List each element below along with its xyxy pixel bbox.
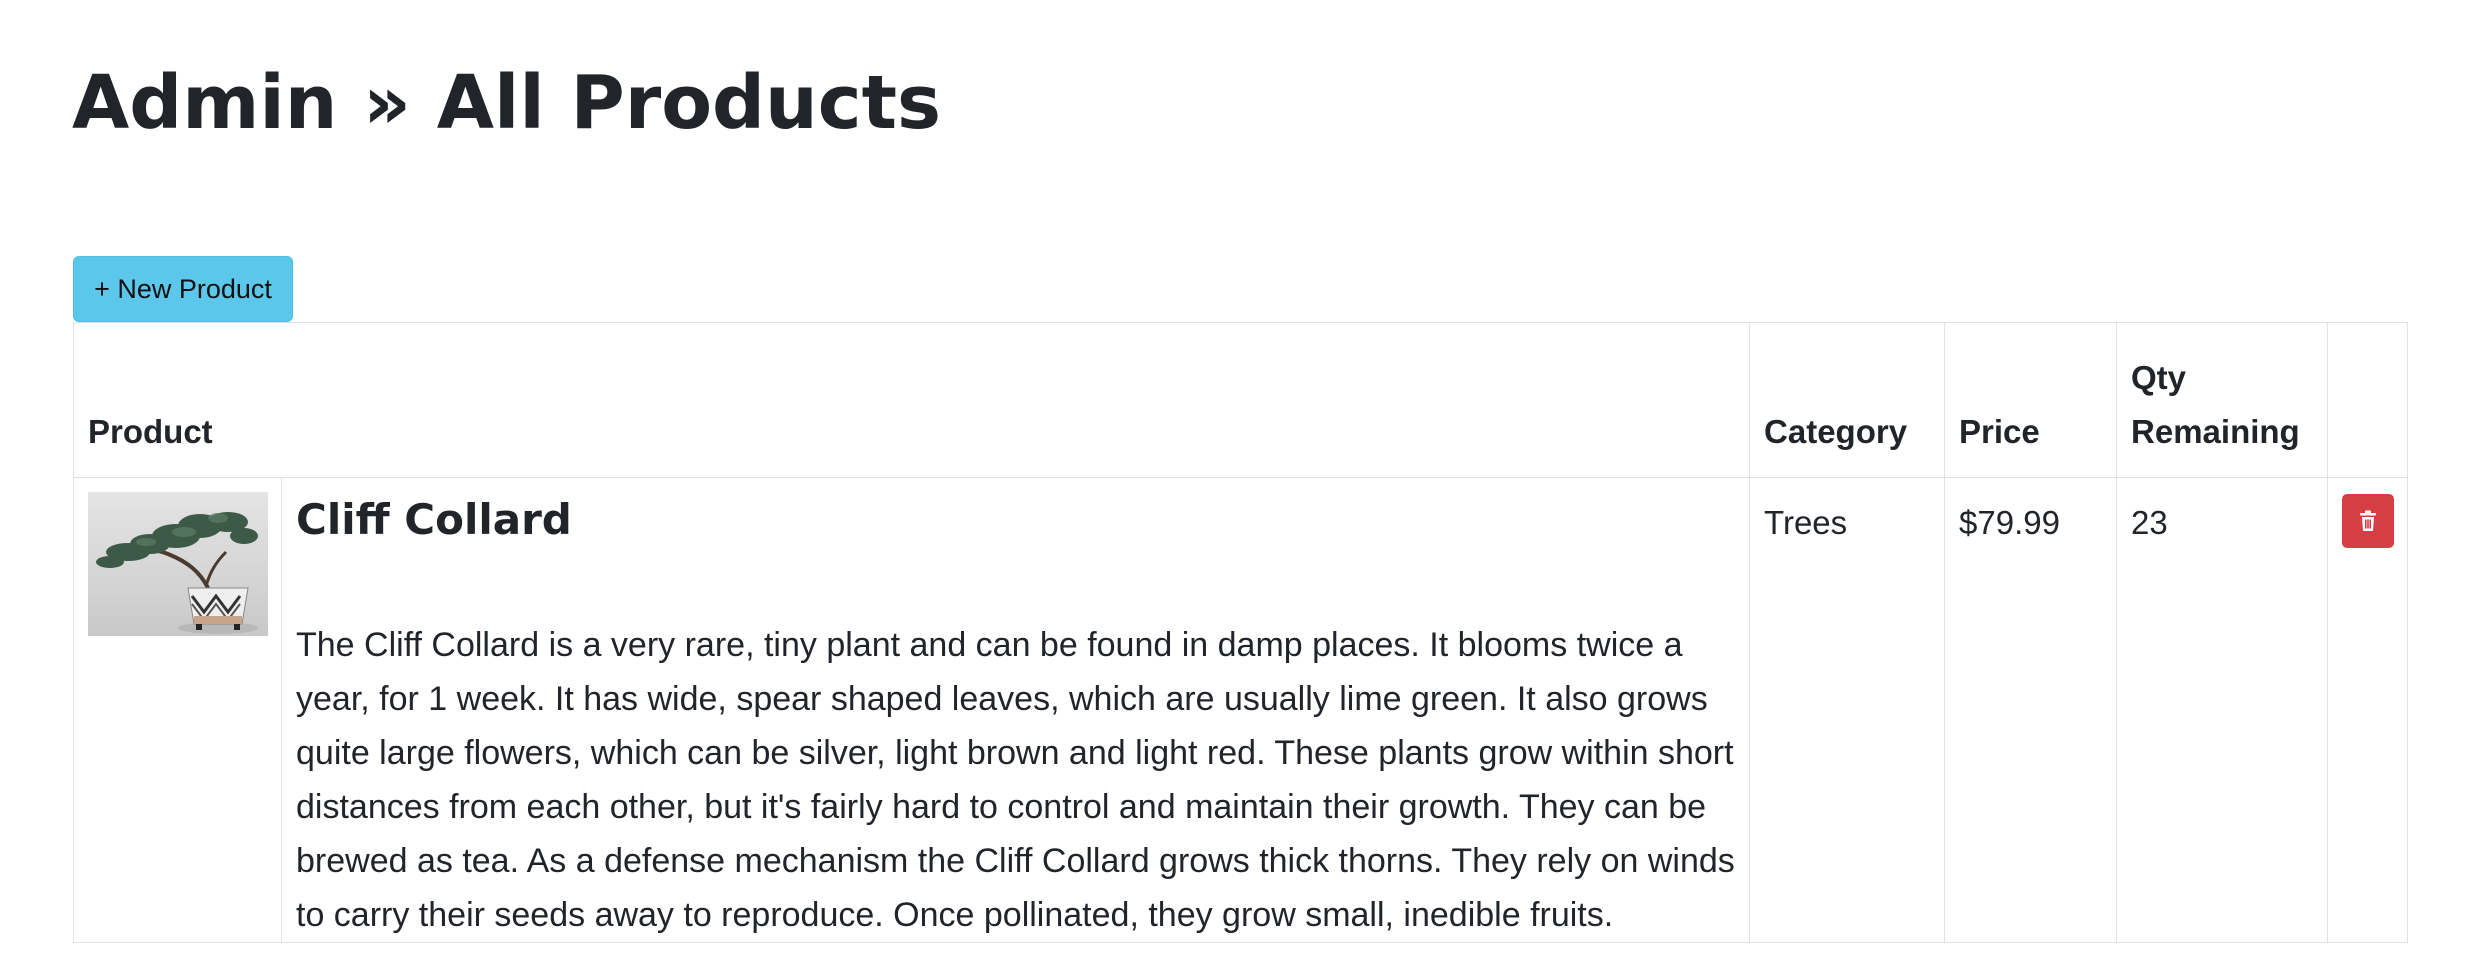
column-header-qty-remaining: Qty Remaining xyxy=(2116,322,2329,478)
products-table: Product Category Price Qty Remaining Cli… xyxy=(72,322,2409,943)
column-header-actions xyxy=(2327,322,2409,478)
column-header-price: Price xyxy=(1944,322,2118,478)
page-title: Admin » All Products xyxy=(72,60,941,146)
column-header-product: Product xyxy=(72,322,1751,478)
actions-cell xyxy=(2327,477,2409,943)
column-header-qty-line1: Qty xyxy=(2131,359,2187,396)
trash-icon xyxy=(2360,510,2377,531)
product-image-cell xyxy=(73,477,282,943)
admin-products-page: Admin » All Products + New Product Produ… xyxy=(0,0,2478,974)
price-cell: $79.99 xyxy=(1944,477,2118,943)
product-info-cell: Cliff Collard The Cliff Collard is a ver… xyxy=(280,477,1751,943)
products-table-container: Product Category Price Qty Remaining Cli… xyxy=(72,322,2409,974)
column-header-qty-line2: Remaining xyxy=(2131,413,2300,450)
product-name[interactable]: Cliff Collard xyxy=(296,494,1735,546)
table-header-row: Product Category Price Qty Remaining xyxy=(72,322,2409,478)
product-price: $79.99 xyxy=(1959,504,2060,541)
column-header-category: Category xyxy=(1749,322,1946,478)
bonsai-tree-image xyxy=(88,492,268,636)
delete-product-button[interactable] xyxy=(2342,494,2395,548)
table-row: Cliff Collard The Cliff Collard is a ver… xyxy=(73,477,2409,943)
product-description: The Cliff Collard is a very rare, tiny p… xyxy=(296,626,1735,934)
category-cell: Trees xyxy=(1749,477,1946,943)
qty-cell: 23 xyxy=(2116,477,2329,943)
product-qty-remaining: 23 xyxy=(2131,504,2168,541)
product-category: Trees xyxy=(1764,504,1848,541)
new-product-button[interactable]: + New Product xyxy=(73,256,293,322)
